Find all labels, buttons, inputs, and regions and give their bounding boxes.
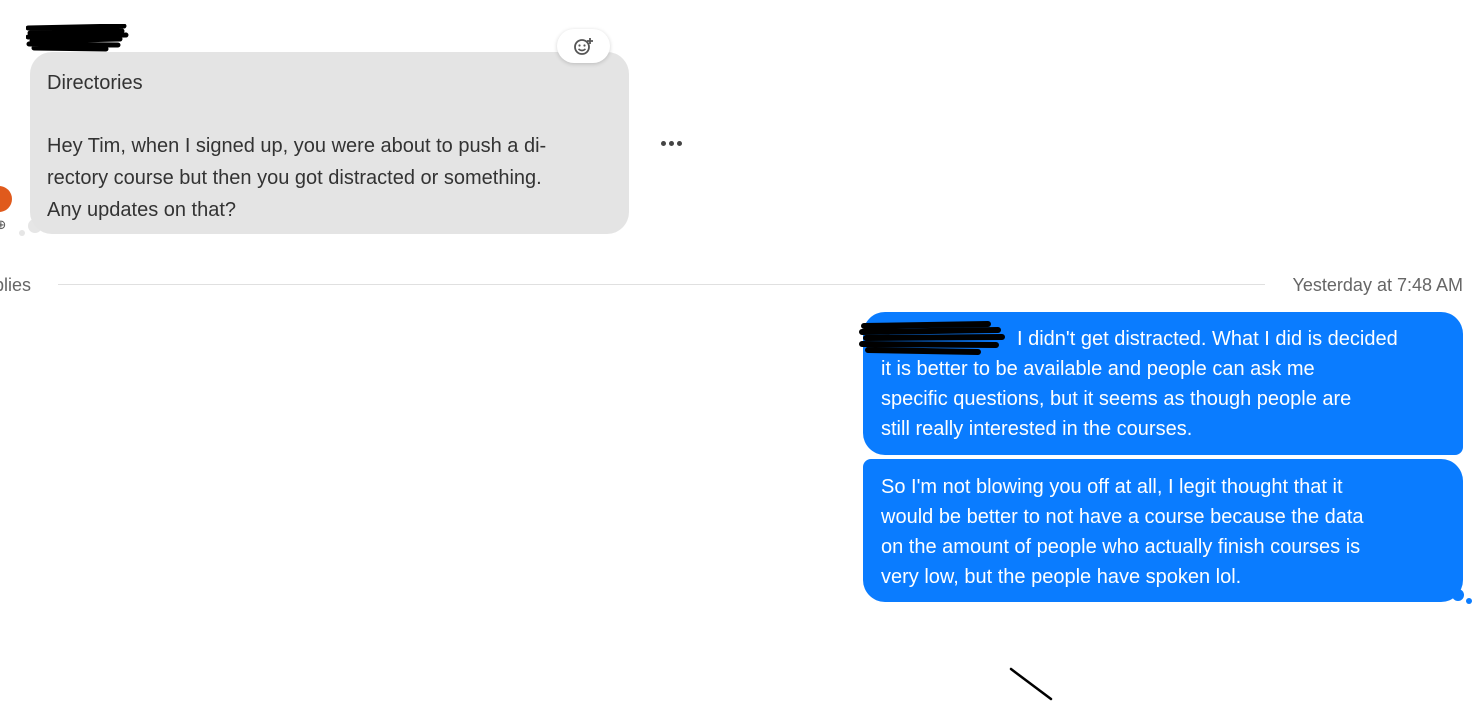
message-line: would be better to not have a course bec… <box>881 506 1364 528</box>
message-timestamp: Yesterday at 7:48 AM <box>1292 275 1463 295</box>
message-subject: Directories <box>47 72 143 94</box>
redacted-recipient-name <box>859 321 1005 355</box>
message-line: Hey Tim, when I signed up, you were abou… <box>47 135 547 157</box>
read-receipt-dot <box>19 230 25 236</box>
replies-label[interactable]: plies <box>0 274 31 296</box>
add-reaction-icon <box>573 38 593 55</box>
message-line: still really interested in the courses. <box>881 418 1193 440</box>
more-options-button[interactable] <box>655 130 687 156</box>
thread-divider <box>58 284 1265 285</box>
message-line: rectory course but then you got distract… <box>47 167 542 189</box>
redacted-sender-name <box>26 24 129 52</box>
message-line: specific questions, but it seems as thou… <box>881 388 1352 410</box>
message-line: So I'm not blowing you off at all, I leg… <box>881 476 1343 498</box>
sender-avatar[interactable] <box>0 186 12 212</box>
sent-status-dot <box>1452 589 1464 601</box>
message-line: very low, but the people have spoken lol… <box>881 566 1242 588</box>
incoming-message-bubble[interactable]: Directories Hey Tim, when I signed up, y… <box>30 52 629 234</box>
message-line: it is better to be available and people … <box>881 358 1315 380</box>
pen-annotation-stroke <box>1009 667 1053 701</box>
message-line: Any updates on that? <box>47 199 237 221</box>
avatar-badge-icon: ⊕ <box>0 217 10 235</box>
sent-status-dot <box>1466 598 1472 604</box>
more-options-icon <box>660 140 666 146</box>
message-line: on the amount of people who actually fin… <box>881 536 1361 558</box>
outgoing-message-bubble[interactable]: So I'm not blowing you off at all, I leg… <box>863 459 1463 602</box>
add-reaction-button[interactable] <box>557 29 610 63</box>
